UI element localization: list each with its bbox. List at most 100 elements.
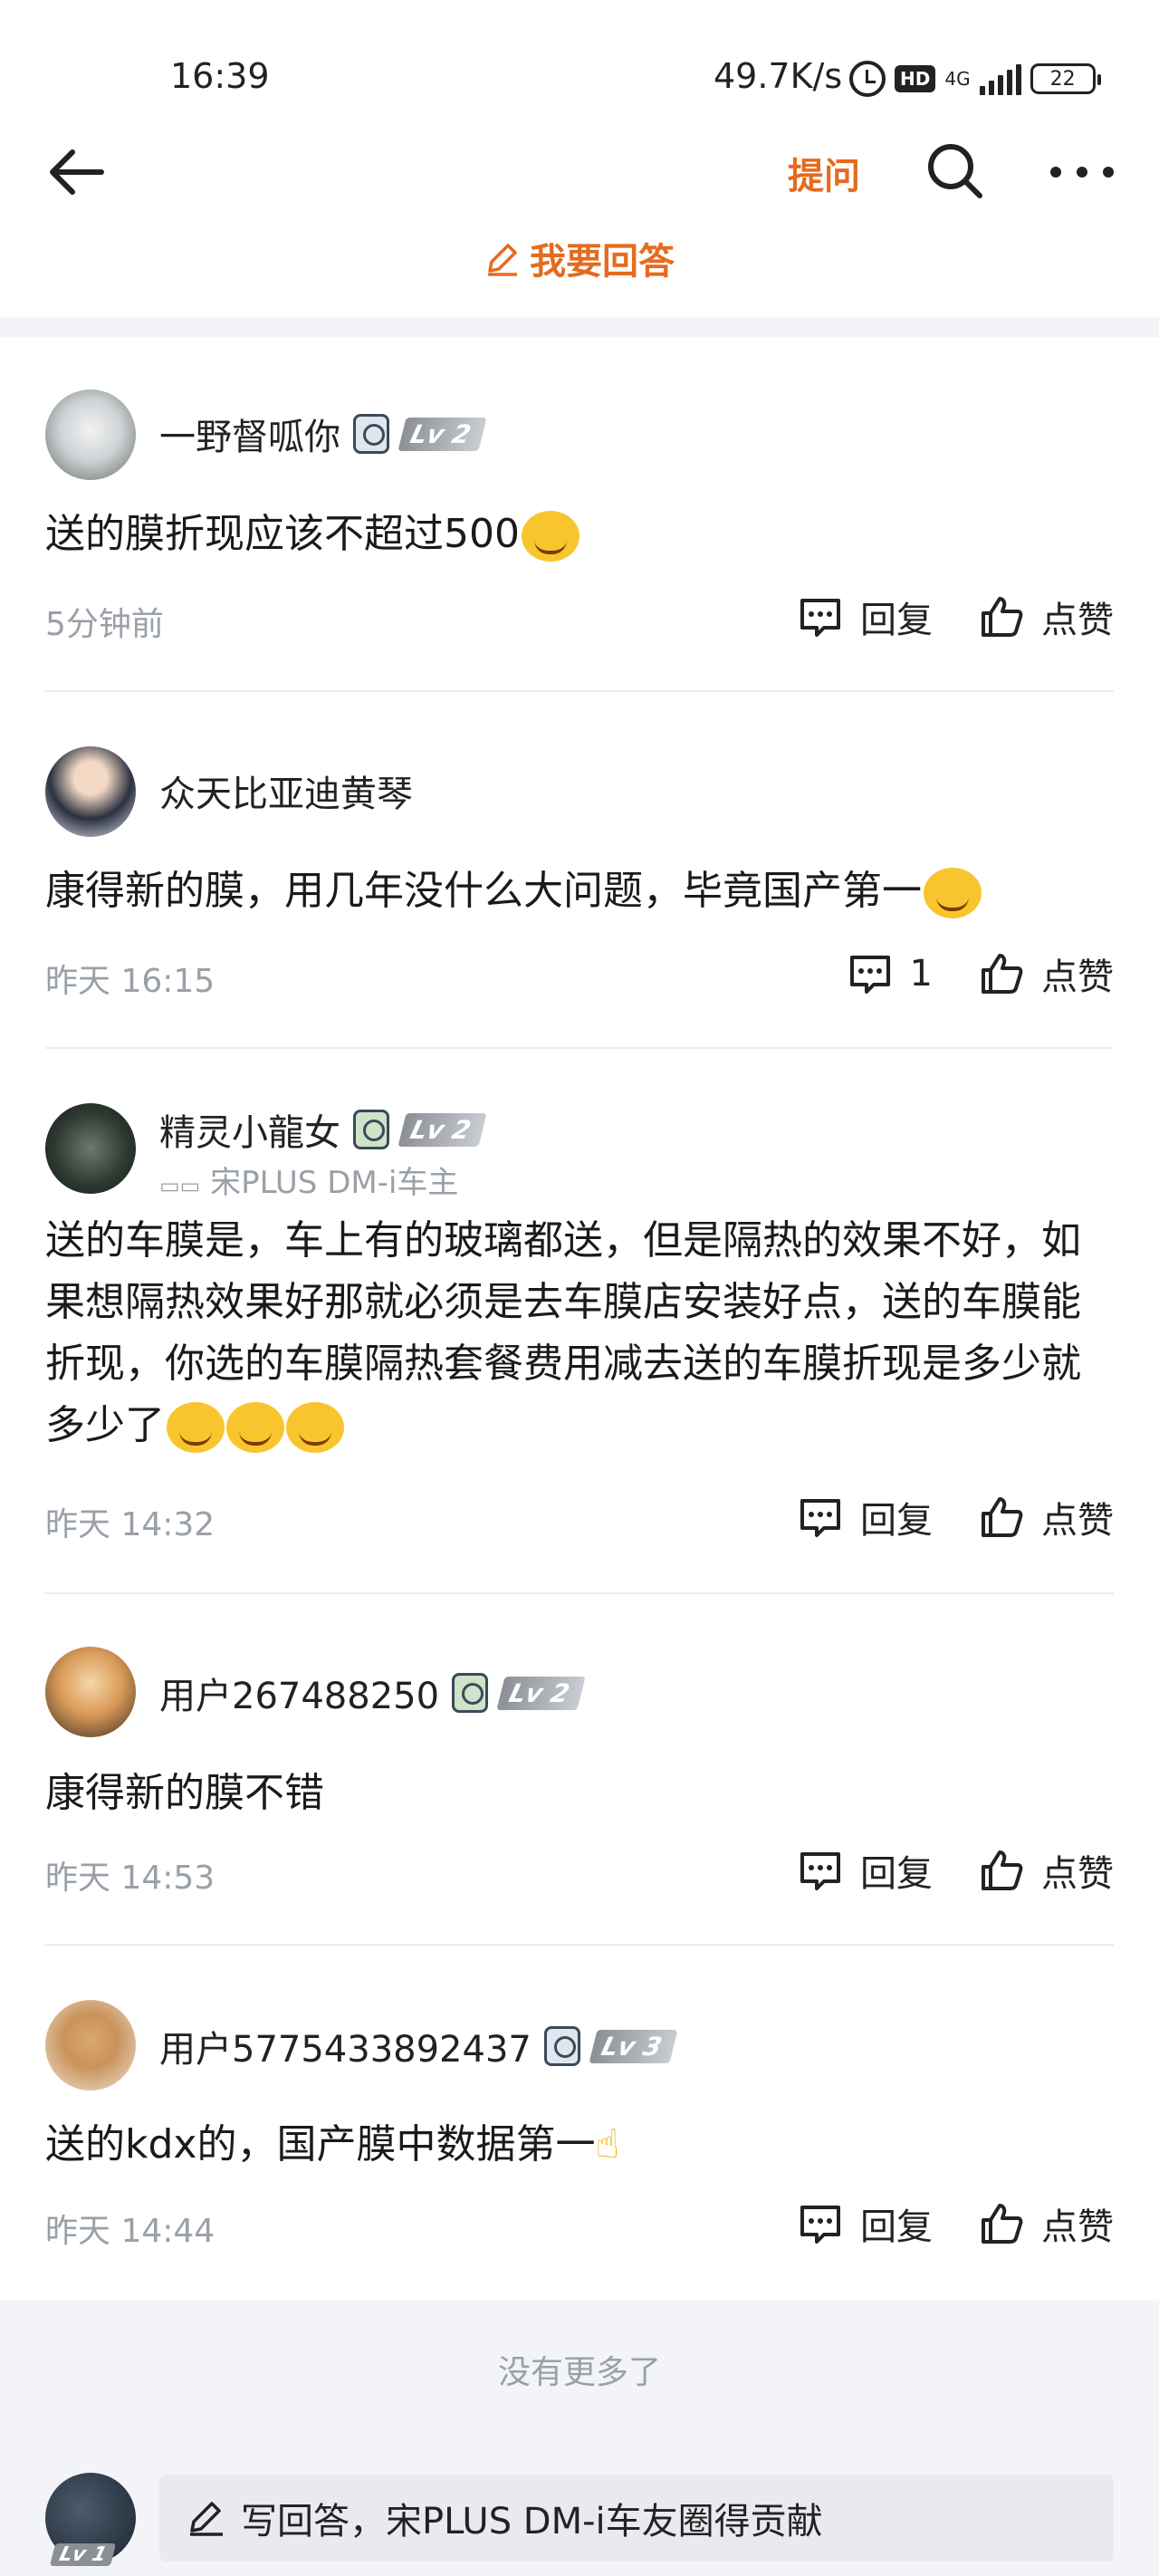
- reply-label: 回复: [860, 1500, 933, 1542]
- thumbs-up-icon: [982, 597, 1023, 637]
- grin-emoji-icon: [167, 1402, 225, 1453]
- more-menu-icon[interactable]: [1050, 145, 1114, 199]
- battery-icon: 22: [1030, 63, 1101, 94]
- bottom-input-bar: Lv 1 写回答，宋PLUS DM-i车友圈得贡献: [0, 2455, 1159, 2576]
- avatar[interactable]: [45, 389, 136, 480]
- comment-bubble-icon: [800, 599, 840, 637]
- avatar[interactable]: [45, 2000, 136, 2091]
- avatar[interactable]: [45, 746, 136, 837]
- divider: [45, 1592, 1114, 1594]
- author-name: 精灵小龍女: [159, 1112, 340, 1154]
- write-answer-input[interactable]: 写回答，宋PLUS DM-i车友圈得贡献: [159, 2475, 1114, 2562]
- like-label: 点赞: [1041, 600, 1114, 641]
- avatar[interactable]: [45, 1647, 136, 1737]
- like-button[interactable]: 点赞: [978, 1844, 1114, 1897]
- comment-bubble-icon: [849, 956, 890, 994]
- medal-icon: [353, 1110, 389, 1149]
- comment-actions: 回复 点赞: [797, 2197, 1114, 2250]
- reply-button[interactable]: 回复: [797, 1491, 933, 1543]
- comment-item: 用户267488250 Lv 2 康得新的膜不错 昨天 14:53 回复 点赞: [0, 1647, 1159, 1946]
- comment-body: 康得新的膜，用几年没什么大问题，毕竟国产第一: [45, 868, 922, 914]
- medal-icon: [543, 2026, 580, 2066]
- comment-item: 精灵小龍女 Lv 2 ▭▭ 宋PLUS DM-i车主 送的车膜是，车上有的玻璃都…: [0, 1103, 1159, 1594]
- thumbs-up-icon: [982, 954, 1023, 994]
- write-answer-placeholder: 写回答，宋PLUS DM-i车友圈得贡献: [241, 2501, 823, 2542]
- car-owner-tag: ▭▭ 宋PLUS DM-i车主: [159, 1158, 458, 1202]
- reply-button[interactable]: 回复: [797, 2197, 933, 2250]
- reply-button[interactable]: 回复: [797, 591, 933, 643]
- like-label: 点赞: [1041, 2206, 1114, 2248]
- my-level-badge: Lv 1: [49, 2543, 117, 2566]
- medal-icon: [353, 414, 389, 454]
- comment-text: 送的车膜是，车上有的玻璃都送，但是隔热的效果不好，如果想隔热效果好那就必须是去车…: [45, 1210, 1114, 1456]
- like-label: 点赞: [1041, 1500, 1114, 1542]
- level-badge: Lv 3: [589, 2029, 678, 2063]
- thumbs-up-icon: [982, 1497, 1023, 1537]
- comment-author[interactable]: 精灵小龍女 Lv 2: [159, 1103, 487, 1156]
- car-owner-label: 宋PLUS DM-i车主: [210, 1165, 459, 1201]
- reply-label: 回复: [860, 600, 933, 641]
- pointing-up-emoji-icon: ☝: [595, 2121, 620, 2167]
- edit-icon: [488, 244, 517, 276]
- comment-item: 众天比亚迪黄琴 康得新的膜，用几年没什么大问题，毕竟国产第一 昨天 16:15 …: [0, 746, 1159, 1049]
- comment-body: 康得新的膜不错: [45, 1770, 324, 1816]
- comment-author[interactable]: 用户267488250 Lv 2: [159, 1667, 586, 1719]
- comment-time: 昨天 14:32: [45, 1506, 216, 1543]
- hd-icon: HD: [895, 65, 936, 92]
- level-badge: Lv 2: [496, 1676, 586, 1710]
- like-button[interactable]: 点赞: [978, 2197, 1114, 2250]
- level-badge: Lv 2: [398, 1112, 487, 1147]
- grin-emoji-icon: [226, 1402, 284, 1453]
- like-label: 点赞: [1041, 1853, 1114, 1895]
- like-button[interactable]: 点赞: [978, 947, 1114, 1000]
- ask-question-button[interactable]: 提问: [788, 147, 860, 199]
- comment-time: 昨天 14:44: [45, 2213, 216, 2250]
- reply-label: 回复: [860, 1853, 933, 1895]
- divider: [45, 1047, 1114, 1049]
- like-button[interactable]: 点赞: [978, 1491, 1114, 1543]
- status-icons: HD 4G 22: [849, 56, 1101, 101]
- reply-count: 1: [909, 953, 933, 995]
- no-more-text: 没有更多了: [497, 2354, 661, 2391]
- like-label: 点赞: [1041, 956, 1114, 998]
- thumbs-up-icon: [982, 2204, 1023, 2244]
- reply-button[interactable]: 回复: [797, 1844, 933, 1897]
- status-time: 16:39: [170, 56, 270, 96]
- reply-label: 回复: [860, 2206, 933, 2248]
- comment-author[interactable]: 用户5775433892437 Lv 3: [159, 2020, 678, 2072]
- comment-author[interactable]: 众天比亚迪黄琴: [159, 764, 413, 817]
- avatar[interactable]: [45, 1103, 136, 1194]
- comment-time: 昨天 14:53: [45, 1860, 216, 1897]
- comment-time: 5分钟前: [45, 606, 164, 643]
- network-type: 4G: [944, 68, 971, 90]
- edit-icon: [190, 2502, 223, 2536]
- divider: [45, 690, 1114, 692]
- comment-actions: 回复 点赞: [797, 591, 1114, 643]
- top-nav: 提问: [0, 127, 1159, 217]
- comment-time: 昨天 16:15: [45, 963, 216, 1000]
- comment-item: 一野督呱你 Lv 2 送的膜折现应该不超过500 5分钟前 回复 点赞: [0, 389, 1159, 692]
- comment-text: 送的kdx的，国产膜中数据第一☝: [45, 2114, 1114, 2176]
- reply-button[interactable]: 1: [847, 950, 933, 997]
- answer-button[interactable]: 我要回答: [0, 226, 1159, 290]
- level-badge: Lv 2: [398, 417, 487, 451]
- laugh-cry-emoji-icon: [521, 511, 580, 562]
- alarm-icon: [849, 61, 886, 97]
- footer: 没有更多了 Lv 1 写回答，宋PLUS DM-i车友圈得贡献: [0, 2301, 1159, 2576]
- medal-icon: [452, 1673, 489, 1713]
- comment-body: 送的kdx的，国产膜中数据第一: [45, 2121, 596, 2167]
- comment-actions: 回复 点赞: [797, 1491, 1114, 1543]
- smile-emoji-icon: [924, 868, 982, 918]
- like-button[interactable]: 点赞: [978, 591, 1114, 643]
- comment-text: 送的膜折现应该不超过500: [45, 504, 1114, 565]
- back-arrow-icon[interactable]: [45, 145, 109, 199]
- divider: [45, 1944, 1114, 1946]
- thumbs-up-icon: [982, 1850, 1023, 1890]
- comment-bubble-icon: [800, 1499, 840, 1537]
- comment-bubble-icon: [800, 2206, 840, 2244]
- car-icon: ▭▭: [159, 1173, 201, 1198]
- comment-author[interactable]: 一野督呱你 Lv 2: [159, 408, 487, 460]
- comment-text: 康得新的膜不错: [45, 1763, 1114, 1824]
- search-icon[interactable]: [925, 141, 983, 199]
- comment-text: 康得新的膜，用几年没什么大问题，毕竟国产第一: [45, 860, 1114, 922]
